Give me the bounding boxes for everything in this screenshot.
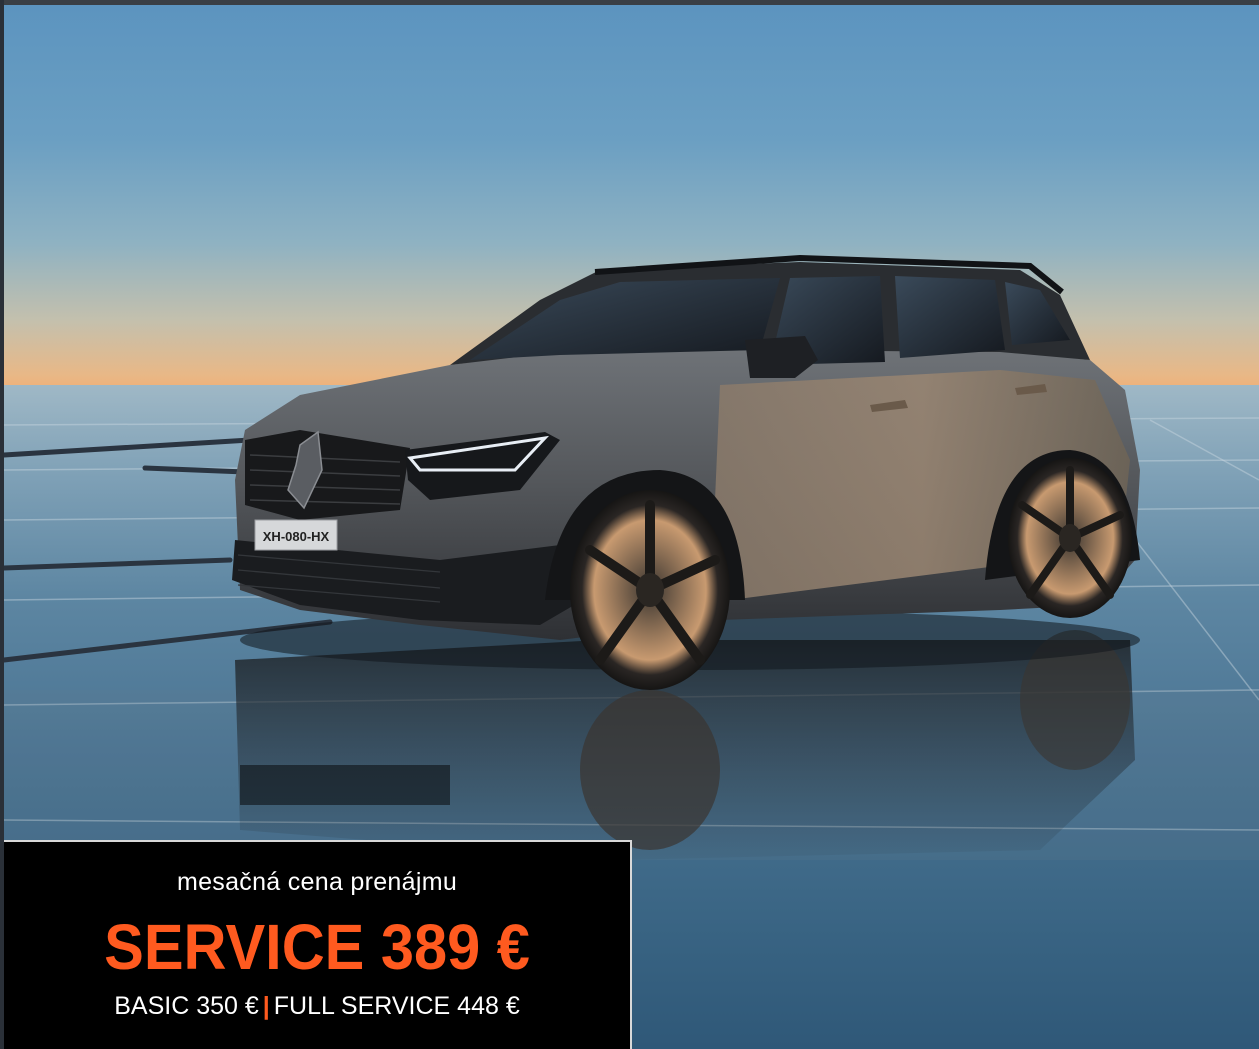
basic-price: BASIC 350 €: [114, 992, 259, 1020]
price-subtitle: mesačná cena prenájmu: [176, 868, 458, 896]
ad-banner: XH-080-HX mesačná cena prenájmu SERVICE …: [0, 0, 1259, 1049]
rear-wheel: [1008, 458, 1132, 618]
top-border: [0, 0, 1259, 5]
front-wheel: [570, 490, 730, 690]
license-plate-text: XH-080-HX: [263, 529, 330, 544]
price-box: mesačná cena prenájmu SERVICE 389 € BASI…: [4, 840, 632, 1049]
price-options: BASIC 350 € | FULL SERVICE 448 €: [4, 992, 630, 1021]
price-separator: |: [262, 992, 270, 1020]
main-price: SERVICE 389 €: [104, 911, 530, 983]
full-service-price: FULL SERVICE 448 €: [273, 992, 520, 1020]
